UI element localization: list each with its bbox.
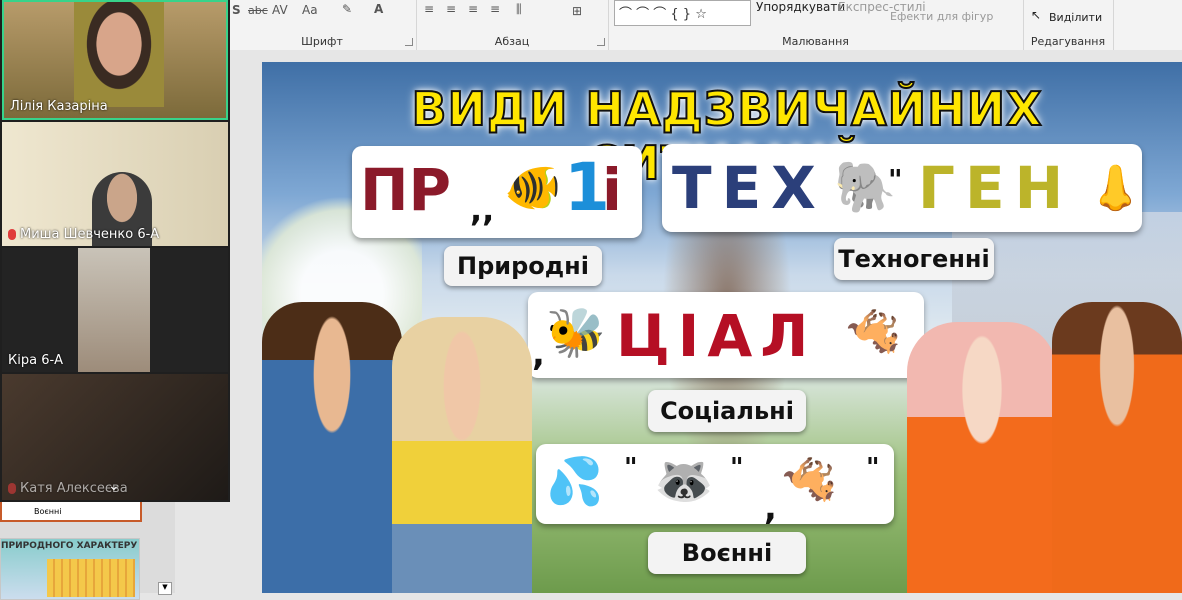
shadow-button[interactable]: S	[232, 3, 241, 17]
ribbon: S abc AV Aa ✎ A Шрифт ≡ ≡ ≡ ≡ ⫼ ⊞ Абзац …	[228, 0, 1182, 51]
arrange-button[interactable]: Упорядкувати	[756, 0, 845, 14]
paragraph-dialog-launcher-icon[interactable]	[597, 38, 605, 46]
label-technogenic: Техногенні	[834, 238, 994, 280]
smartart-icon[interactable]: ⊞	[572, 4, 582, 18]
select-button[interactable]: Виділити	[1049, 11, 1102, 24]
thumbnail-caption: ПРИРОДНОГО ХАРАКТЕРУ	[1, 541, 138, 551]
paragraph-group-label: Абзац	[494, 35, 530, 48]
strikethrough-button[interactable]: abc	[248, 4, 268, 17]
editing-group-label: Редагування	[1030, 35, 1106, 48]
rebus-letters: ГЕН	[918, 154, 1074, 222]
bee-icon: 🐝	[546, 305, 606, 361]
scared-boy-image	[262, 302, 402, 593]
wordsearch-grid	[47, 559, 135, 597]
font-group: S abc AV Aa ✎ A Шрифт	[228, 0, 417, 50]
rescuer-girl-image	[907, 322, 1057, 593]
slide-thumbnail[interactable]: ПРИРОДНОГО ХАРАКТЕРУ	[0, 538, 140, 600]
thumbnail-caption: Воєнні	[34, 507, 62, 516]
highlight-icon[interactable]: ✎	[342, 2, 352, 16]
participant-name: Кіра 6-А	[8, 353, 64, 368]
chevron-down-icon[interactable]: ⌄	[108, 478, 120, 494]
align-center-icon[interactable]: ≡	[446, 2, 456, 16]
rebus-letters: ЦІАЛ	[616, 302, 817, 370]
shapes-gallery[interactable]: ⌒ ⌒ ⌒ { } ☆	[614, 0, 751, 26]
font-group-label: Шрифт	[301, 35, 343, 48]
rebus-quote: "	[866, 453, 880, 483]
scared-girl-image	[392, 317, 532, 593]
justify-icon[interactable]: ≡	[490, 2, 500, 16]
editing-group: ↖ Виділити Редагування	[1023, 0, 1114, 50]
participant-name: Лілія Казаріна	[10, 99, 108, 114]
raccoon-icon: 🦝	[654, 453, 714, 509]
rebus-quote: "	[730, 453, 744, 483]
thumb-scroll-down-icon[interactable]: ▼	[158, 582, 172, 595]
video-participants-panel: Лілія Казаріна Миша Шевченко 6-А Кіра 6-…	[0, 0, 230, 502]
font-color-icon[interactable]: A	[374, 2, 383, 16]
rebus-letters: ТЕХ	[672, 154, 826, 222]
avatar	[74, 2, 164, 107]
rescuer-boy-image	[1052, 302, 1182, 593]
participant-tile[interactable]: Миша Шевченко 6-А	[2, 122, 228, 246]
participant-tile[interactable]: Катя Алексеєва ⌄	[2, 374, 228, 500]
elephant-icon: 🐘	[834, 158, 897, 216]
rebus-quote: "	[624, 453, 638, 483]
horse-icon: 🐎	[846, 306, 901, 357]
rebus-card-natural: ПР ,, 🐠 1 і	[352, 146, 642, 238]
shapes-row-icon: ⌒ ⌒ ⌒ { } ☆	[619, 7, 707, 22]
rebus-quote: "	[888, 163, 903, 196]
participant-tile[interactable]: Лілія Казаріна	[2, 0, 228, 120]
participant-tile[interactable]: Кіра 6-А	[2, 248, 228, 372]
align-left-icon[interactable]: ≡	[424, 2, 434, 16]
columns-icon[interactable]: ⫼	[516, 2, 522, 17]
label-natural: Природні	[444, 246, 602, 286]
paragraph-group: ≡ ≡ ≡ ≡ ⫼ ⊞ Абзац	[416, 0, 609, 50]
drawing-group-label: Малювання	[782, 35, 849, 48]
rebus-letters: ПР	[360, 156, 452, 224]
mic-muted-icon	[8, 483, 16, 494]
fish-icon: 🐠	[504, 160, 562, 214]
rebus-comma: ,	[764, 488, 777, 528]
rebus-card-military: 💦 " 🦝 " , 🐎 "	[536, 444, 894, 528]
video-feed	[78, 248, 150, 372]
cursor-icon: ↖	[1031, 8, 1042, 22]
shape-effects-button[interactable]: Ефекти для фігур	[890, 10, 993, 23]
label-military: Воєнні	[648, 532, 806, 574]
label-social: Соціальні	[648, 390, 806, 432]
slide-thumbnail-pane[interactable]: Воєнні ПРИРОДНОГО ХАРАКТЕРУ ▼	[0, 490, 175, 600]
rebus-comma: ,	[532, 334, 545, 374]
participant-name: Миша Шевченко 6-А	[8, 227, 159, 242]
char-spacing-button[interactable]: AV	[272, 3, 288, 17]
slide-canvas[interactable]: ВИДИ НАДЗВИЧАЙНИХ СИТУАЦІЙ ПР ,, 🐠 1 і Т…	[262, 62, 1182, 593]
rebus-card-technogenic: ТЕХ 🐘 " ГЕН 👃	[662, 144, 1143, 232]
font-dialog-launcher-icon[interactable]	[405, 38, 413, 46]
mic-muted-icon	[8, 229, 16, 240]
rebus-card-social: , 🐝 ЦІАЛ 🐎	[528, 292, 924, 378]
change-case-button[interactable]: Aa	[302, 3, 318, 17]
horse-icon: 🐎	[782, 454, 837, 505]
rebus-letter: і	[602, 156, 622, 224]
align-right-icon[interactable]: ≡	[468, 2, 478, 16]
drawing-group: ⌒ ⌒ ⌒ { } ☆ Упорядкувати Експрес-стилі Е…	[608, 0, 1024, 50]
water-splash-icon: 💦	[546, 454, 604, 508]
nose-icon: 👃	[1088, 163, 1143, 214]
rebus-commas: ,,	[470, 191, 495, 229]
